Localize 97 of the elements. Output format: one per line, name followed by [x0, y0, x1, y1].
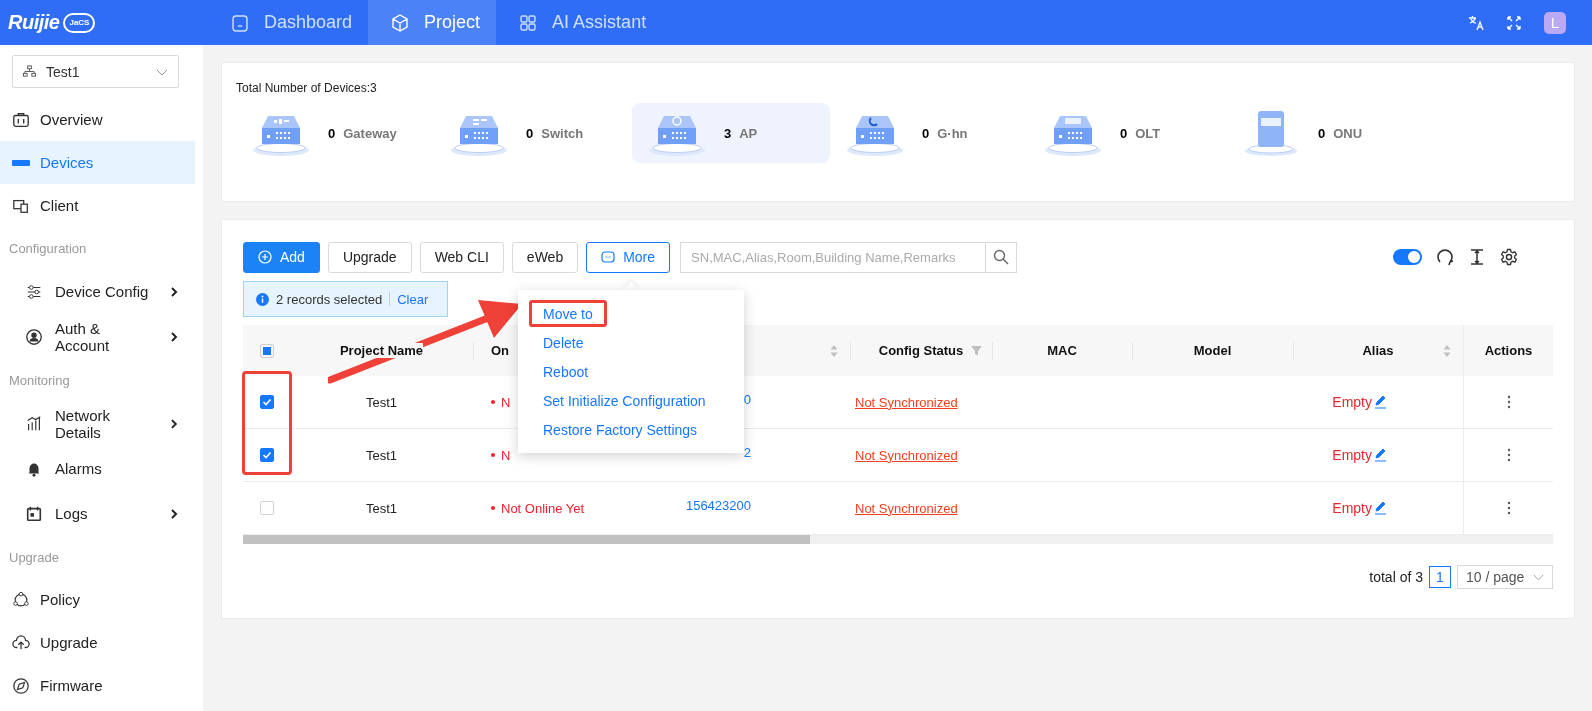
sidebar-item[interactable]: Network Details [0, 401, 195, 446]
column-header: Project Name [339, 343, 424, 358]
status-text: N [473, 447, 511, 463]
chart-icon [25, 414, 43, 433]
grid-icon [518, 12, 539, 33]
alias-value: Empty [1332, 500, 1372, 516]
info-icon [256, 292, 269, 306]
device-type-tile[interactable]: 0 ONU [1226, 103, 1424, 163]
horizontal-scrollbar[interactable] [243, 535, 1553, 544]
edit-icon[interactable] [1373, 448, 1387, 462]
sidebar-item[interactable]: Client [0, 184, 195, 227]
clear-link[interactable]: Clear [397, 291, 429, 307]
alias-value: Empty [1332, 394, 1372, 410]
toolbar-button[interactable]: Web CLI [419, 241, 504, 273]
config-status-link[interactable]: Not Synchronized [850, 447, 958, 463]
checkmark-icon [261, 450, 272, 460]
more-icon [601, 250, 616, 264]
nodes-icon [12, 590, 30, 609]
section-heading: Configuration [8, 239, 88, 258]
menu-item[interactable]: Set Initialize Configuration [529, 387, 720, 414]
select-all-checkbox[interactable] [259, 343, 274, 358]
column-header: Actions [1484, 343, 1533, 358]
table-cell: Test1 [365, 447, 398, 463]
toolbar-button[interactable]: Add [243, 241, 320, 273]
settings-icon[interactable] [1500, 248, 1518, 266]
search-button[interactable] [985, 241, 1018, 273]
briefcase-icon [12, 110, 30, 129]
menu-item[interactable]: Restore Factory Settings [529, 416, 712, 443]
network-icon [23, 65, 36, 78]
section-heading: Upgrade [8, 548, 60, 567]
logo: Ruijie [8, 11, 60, 34]
sidebar-item[interactable]: Upgrade [0, 621, 195, 664]
column-header: Model [1193, 343, 1232, 358]
project-select[interactable]: Test1 [12, 55, 179, 88]
cloud-upload-icon [12, 633, 30, 652]
section-heading: Monitoring [8, 371, 71, 390]
row-checkbox[interactable] [259, 395, 274, 409]
sidebar-item[interactable]: Alarms [0, 446, 195, 491]
selection-count: 2 records selected [276, 291, 383, 307]
sidebar-item[interactable]: Firmware [0, 664, 195, 707]
device-type-tile[interactable]: 0 Switch [434, 103, 632, 163]
column-header: MAC [1047, 343, 1077, 358]
user-icon [25, 327, 43, 346]
total-count: total of 3 [1369, 569, 1423, 585]
row-checkbox[interactable] [259, 448, 274, 462]
compass-icon [12, 676, 30, 695]
column-header: On [491, 343, 510, 358]
status-text: Not Online Yet [473, 500, 585, 516]
config-status-link[interactable]: Not Synchronized [850, 394, 958, 410]
edit-icon[interactable] [1373, 395, 1387, 409]
sidebar-item[interactable]: Auth & Account [0, 314, 195, 359]
device-type-tile[interactable]: 3 AP [632, 103, 830, 163]
search-icon [993, 249, 1010, 265]
summary-title: Total Number of Devices:3 [236, 81, 378, 95]
sliders-icon [25, 282, 43, 301]
device-type-tile[interactable]: 0 OLT [1028, 103, 1226, 163]
device-type-tile[interactable]: 0 Gateway [236, 103, 434, 163]
row-height-icon[interactable] [1468, 248, 1486, 266]
house-icon [230, 12, 250, 33]
fullscreen-icon[interactable] [1506, 14, 1522, 31]
page-size-select[interactable]: 10 / page [1457, 565, 1553, 589]
menu-item[interactable]: Reboot [529, 358, 603, 385]
config-status-link[interactable]: Not Synchronized [850, 500, 958, 516]
toolbar-button[interactable]: eWeb [511, 241, 579, 273]
more-actions-icon[interactable] [1506, 395, 1511, 409]
checkmark-icon [261, 397, 272, 407]
sidebar-item[interactable]: Device Config [0, 269, 195, 314]
more-actions-icon[interactable] [1506, 501, 1511, 515]
plus-circle-icon [258, 250, 272, 264]
serial-link[interactable]: 156423200 [675, 498, 751, 513]
menu-item[interactable]: Move to [529, 300, 607, 327]
more-actions-icon[interactable] [1506, 448, 1511, 462]
sidebar-item[interactable]: Overview [0, 98, 195, 141]
table-cell: Test1 [365, 394, 398, 410]
edit-icon[interactable] [1373, 501, 1387, 515]
alias-value: Empty [1332, 447, 1372, 463]
translate-icon[interactable] [1468, 14, 1484, 31]
cube-icon [390, 12, 411, 33]
table-cell: Test1 [365, 500, 398, 516]
calendar-icon [25, 504, 43, 523]
sidebar-item[interactable]: Policy [0, 578, 195, 621]
device-icon [12, 159, 30, 166]
toolbar-button[interactable]: More [586, 241, 671, 273]
sidebar-item[interactable]: Devices [0, 141, 195, 184]
toolbar-button[interactable]: Upgrade [327, 241, 412, 273]
refresh-icon[interactable] [1436, 248, 1454, 266]
device-type-tile[interactable]: 0 G·hn [830, 103, 1028, 163]
search-field[interactable]: SN,MAC,Alias,Room,Building Name,Remarks [680, 241, 986, 273]
column-header: Config Status [878, 343, 964, 358]
column-header: Alias [1362, 343, 1394, 358]
nav-tab[interactable]: Project [368, 0, 497, 45]
toggle-switch[interactable] [1393, 249, 1422, 265]
logo-badge: JaCS [63, 12, 96, 33]
menu-item[interactable]: Delete [529, 329, 598, 356]
sidebar-item[interactable]: Logs [0, 491, 195, 536]
status-text: N [473, 394, 511, 410]
page-button[interactable]: 1 [1429, 566, 1451, 588]
